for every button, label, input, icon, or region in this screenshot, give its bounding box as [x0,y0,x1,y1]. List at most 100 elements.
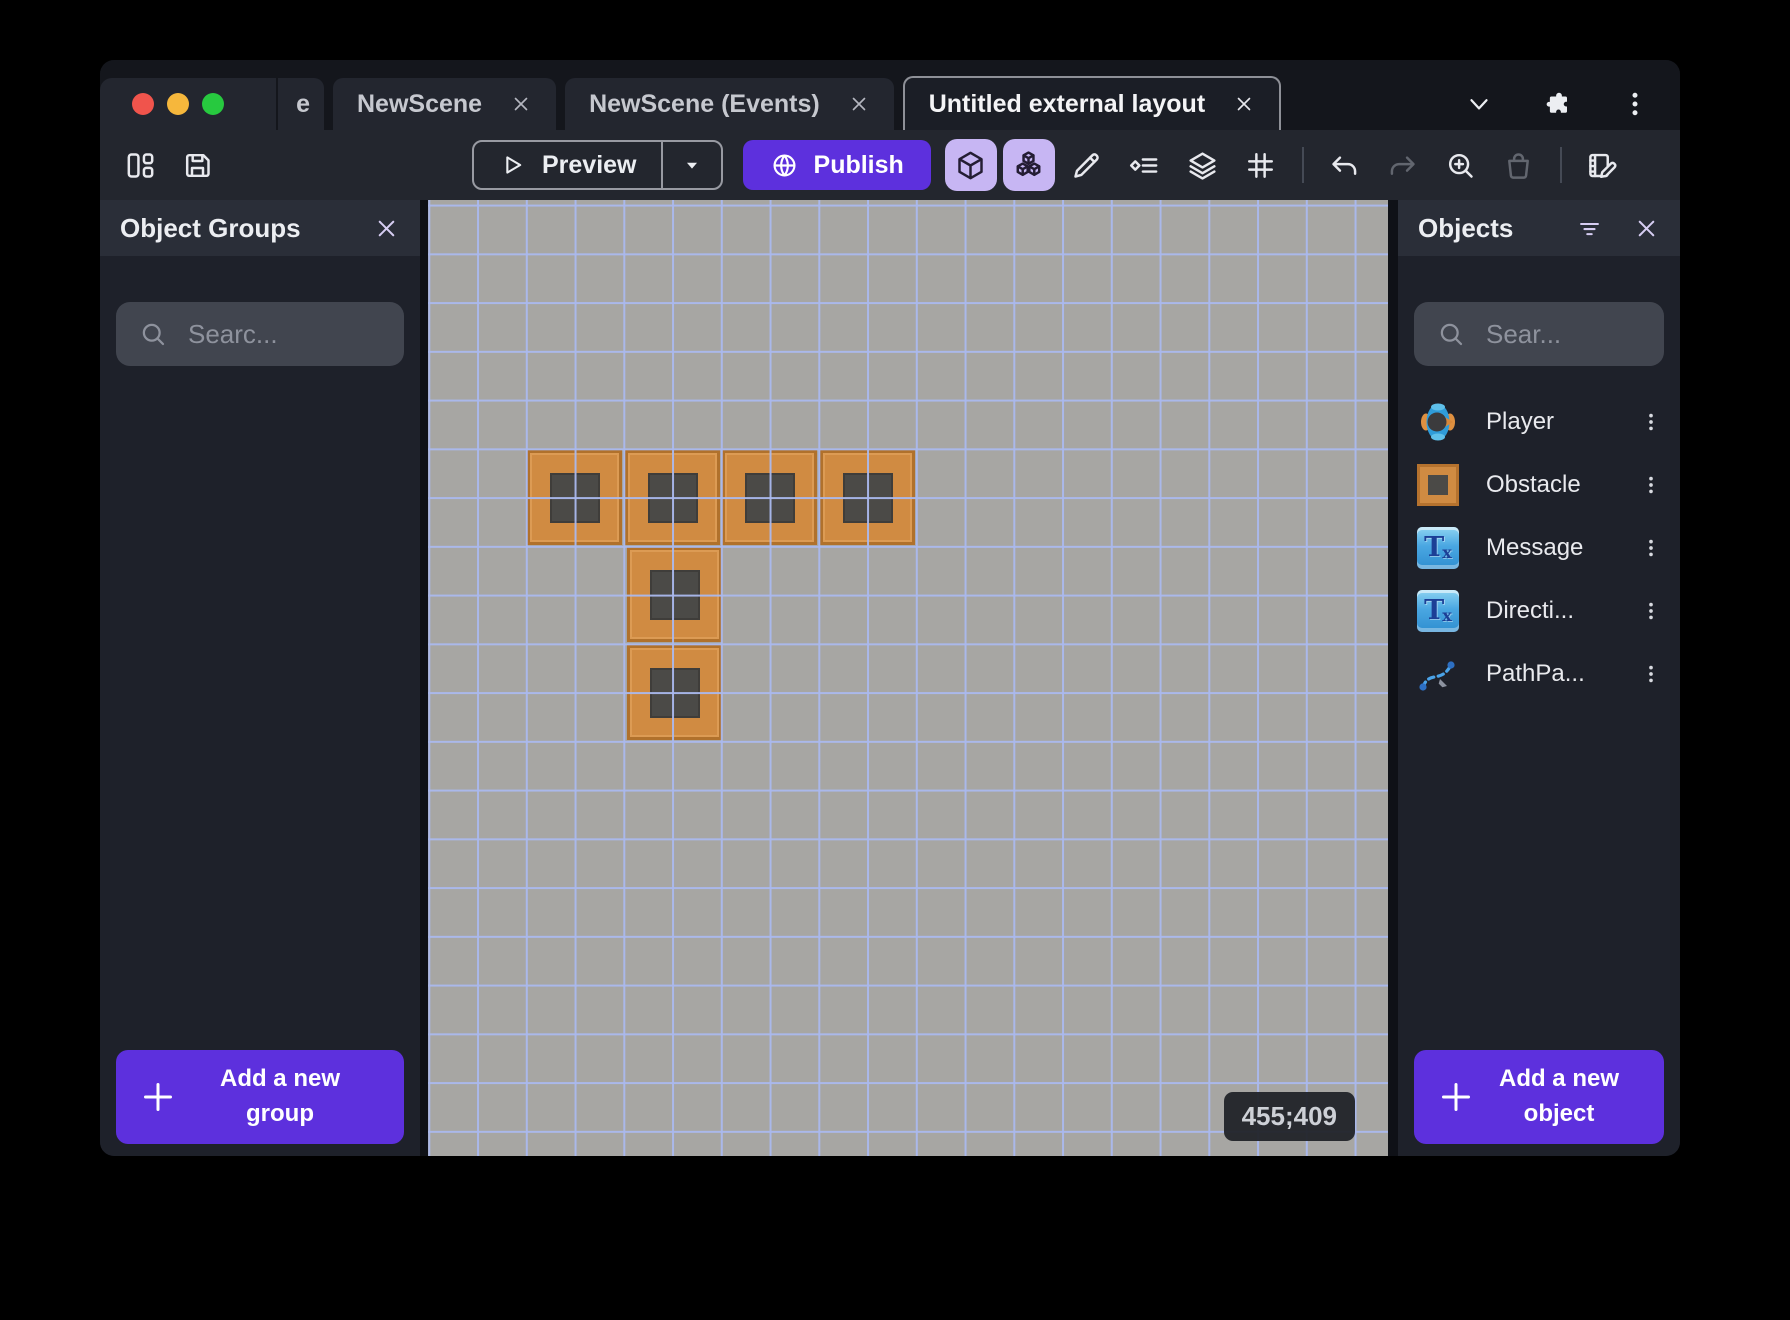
instance-list-button[interactable] [1119,139,1171,191]
object-name: Message [1486,533,1584,561]
filter-icon[interactable] [1576,215,1603,242]
grid-button[interactable] [1235,139,1287,191]
text-object-icon: Tx [1417,589,1459,632]
search-placeholder: Sear... [1486,318,1562,349]
titlebar-actions [1434,78,1680,130]
objects-header: Objects [1398,200,1680,256]
tab-newscene-events[interactable]: NewScene (Events) [565,78,894,130]
tab-strip: e NewScene NewScene (Events) Untitled exter… [276,76,1282,130]
add-object-line1: Add a new [1498,1065,1619,1093]
object-name: Directi... [1486,596,1575,624]
toolbar-divider [1301,147,1304,183]
path-paint-icon [1416,652,1460,696]
obstacle-sprite-icon [1417,463,1459,506]
object-item-player[interactable]: Player [1398,390,1680,453]
more-vertical-icon[interactable] [1620,89,1650,119]
object-item-message[interactable]: Tx Message [1398,516,1680,579]
tab-label: e [296,89,310,118]
zoom-in-button[interactable] [1435,139,1487,191]
object-item-pathpa[interactable]: PathPa... [1398,642,1680,705]
instances-cubes-button[interactable] [1002,139,1055,191]
add-object-line2: object [1523,1100,1595,1127]
cursor-coordinates-badge: 455;409 [1223,1092,1355,1141]
tab-label: NewScene [357,89,483,118]
object-name: Obstacle [1486,470,1581,498]
tab-close-icon[interactable] [1233,93,1255,115]
text-object-icon: Tx [1417,526,1459,569]
hamburger-menu-icon[interactable] [249,86,276,122]
close-window-button[interactable] [132,93,154,115]
add-group-line1: Add a new [219,1065,340,1093]
fullscreen-window-button[interactable] [202,93,224,115]
tab-untitled-external-layout[interactable]: Untitled external layout [902,76,1282,130]
obstacle-instance[interactable] [722,450,817,545]
add-new-object-button[interactable]: Add a new object [1414,1050,1664,1144]
content-area: Object Groups Searc... Add a new group 4… [100,200,1680,1156]
preview-dropdown-button[interactable] [660,142,721,188]
close-icon[interactable] [373,215,400,242]
redo-button[interactable] [1377,139,1429,191]
objects-list: Player Obstacle Tx Message Tx Directi... PathP… [1398,390,1680,705]
object-name: Player [1486,407,1555,435]
undo-button[interactable] [1319,139,1371,191]
edit-scene-button[interactable] [1577,139,1629,191]
publish-button[interactable]: Publish [742,140,931,190]
plus-icon [144,1083,172,1111]
obstacle-instance[interactable] [625,450,720,545]
obstacle-instance[interactable] [527,450,622,545]
scene-canvas[interactable]: 455;409 [428,200,1388,1156]
globe-icon [773,154,796,176]
add-group-line2: group [246,1100,314,1127]
search-icon [1440,323,1463,346]
tab-label: Untitled external layout [928,89,1206,118]
puzzle-extension-icon[interactable] [1542,89,1572,119]
object-item-obstacle[interactable]: Obstacle [1398,453,1680,516]
publish-label: Publish [813,150,904,179]
trash-button[interactable] [1493,139,1545,191]
obstacle-instance[interactable] [627,645,722,740]
more-vertical-icon[interactable] [1640,474,1662,496]
object-groups-search-input[interactable]: Searc... [116,302,404,366]
tab-newscene[interactable]: NewScene [333,78,557,130]
tab-close-icon[interactable] [510,93,532,115]
objects-search-input[interactable]: Sear... [1414,302,1664,366]
chevron-down-icon[interactable] [1464,89,1494,119]
tab-label: NewScene (Events) [589,89,820,118]
toolbar-tools [944,139,1629,191]
gdevelop-window: e NewScene NewScene (Events) Untitled exter… [100,60,1680,1156]
toolbar-left-group [124,149,214,182]
plus-icon [1442,1083,1470,1111]
object-groups-title: Object Groups [120,212,301,243]
path-paint-icon [1419,660,1455,691]
main-toolbar: Preview Publish [100,130,1680,200]
toolbar-divider [1559,147,1562,183]
more-vertical-icon[interactable] [1640,663,1662,685]
player-sprite-icon [1416,400,1460,444]
search-icon [142,323,165,346]
layers-button[interactable] [1177,139,1229,191]
save-icon[interactable] [181,149,214,182]
obstacle-instance[interactable] [627,547,722,642]
object-item-directi[interactable]: Tx Directi... [1398,579,1680,642]
add-new-group-button[interactable]: Add a new group [116,1050,404,1144]
play-icon [506,156,522,174]
pencil-button[interactable] [1061,139,1113,191]
minimize-window-button[interactable] [167,93,189,115]
3d-box-button[interactable] [944,139,997,191]
obstacle-instance[interactable] [820,450,915,545]
titlebar: e NewScene NewScene (Events) Untitled exter… [100,60,1680,130]
project-manager-icon[interactable] [124,149,157,182]
search-placeholder: Searc... [188,318,278,349]
tab-close-icon[interactable] [848,93,870,115]
text-object-icon: Tx [1416,589,1460,633]
more-vertical-icon[interactable] [1640,411,1662,433]
preview-button[interactable]: Preview [472,140,723,190]
more-vertical-icon[interactable] [1640,537,1662,559]
caret-down-icon [686,162,697,169]
canvas-grid [428,200,1388,1156]
tab-e[interactable]: e [278,78,324,130]
object-name: PathPa... [1486,659,1585,687]
object-groups-panel: Object Groups Searc... Add a new group [100,200,420,1156]
close-icon[interactable] [1633,215,1660,242]
more-vertical-icon[interactable] [1640,600,1662,622]
